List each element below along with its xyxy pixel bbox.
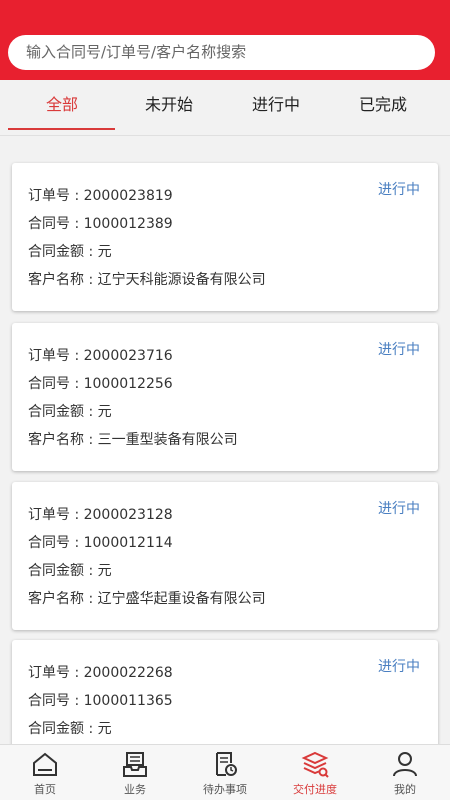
delivery-progress-icon bbox=[301, 751, 329, 778]
todo-icon bbox=[216, 752, 237, 776]
order-card[interactable]: 订单号 : 2000023128 合同号 : 1000012114 合同金额 :… bbox=[12, 482, 438, 630]
home-icon bbox=[33, 752, 57, 776]
tabbar-label: 首页 bbox=[34, 783, 56, 796]
profile-icon bbox=[393, 752, 417, 777]
tabbar-item-profile[interactable]: 我的 bbox=[360, 745, 450, 800]
bottom-tab-bar: 首页 业务 待办事项 交付进度 我的 bbox=[0, 744, 450, 800]
contract-number: 合同号 : 1000012256 bbox=[28, 376, 173, 392]
tabbar-label: 我的 bbox=[394, 783, 416, 796]
customer-name: 客户名称 : 三一重型装备有限公司 bbox=[28, 432, 238, 448]
active-tab-indicator bbox=[8, 128, 115, 130]
order-card[interactable]: 订单号 : 2000022268 合同号 : 1000011365 合同金额 :… bbox=[12, 640, 438, 744]
status-badge: 进行中 bbox=[378, 659, 420, 675]
tabbar-item-delivery-progress[interactable]: 交付进度 bbox=[270, 745, 360, 800]
tab-not-started[interactable]: 未开始 bbox=[113, 80, 225, 135]
order-number: 订单号 : 2000023128 bbox=[28, 507, 173, 523]
tab-all[interactable]: 全部 bbox=[6, 80, 118, 135]
status-badge: 进行中 bbox=[378, 342, 420, 358]
tabbar-label: 交付进度 bbox=[293, 783, 337, 796]
contract-number: 合同号 : 1000012114 bbox=[28, 535, 173, 551]
customer-name: 客户名称 : 辽宁天科能源设备有限公司 bbox=[28, 272, 266, 288]
tabbar-item-business[interactable]: 业务 bbox=[90, 745, 180, 800]
tab-in-progress[interactable]: 进行中 bbox=[220, 80, 332, 135]
order-number: 订单号 : 2000022268 bbox=[28, 665, 173, 681]
tabbar-item-todo[interactable]: 待办事项 bbox=[180, 745, 270, 800]
status-tabs: 全部 未开始 进行中 已完成 bbox=[0, 80, 450, 135]
contract-number: 合同号 : 1000012389 bbox=[28, 216, 173, 232]
search-input[interactable]: 输入合同号/订单号/客户名称搜索 bbox=[8, 35, 435, 70]
tabbar-label: 业务 bbox=[124, 783, 146, 796]
contract-amount: 合同金额 : 元 bbox=[28, 404, 112, 420]
app-header: 输入合同号/订单号/客户名称搜索 bbox=[0, 0, 450, 80]
order-number: 订单号 : 2000023716 bbox=[28, 348, 173, 364]
business-icon bbox=[123, 752, 147, 777]
order-number: 订单号 : 2000023819 bbox=[28, 188, 173, 204]
order-card[interactable]: 订单号 : 2000023819 合同号 : 1000012389 合同金额 :… bbox=[12, 163, 438, 311]
tabbar-item-home[interactable]: 首页 bbox=[0, 745, 90, 800]
customer-name: 客户名称 : 辽宁盛华起重设备有限公司 bbox=[28, 591, 266, 607]
order-card[interactable]: 订单号 : 2000023716 合同号 : 1000012256 合同金额 :… bbox=[12, 323, 438, 471]
tab-completed[interactable]: 已完成 bbox=[327, 80, 439, 135]
contract-number: 合同号 : 1000011365 bbox=[28, 693, 173, 709]
status-badge: 进行中 bbox=[378, 182, 420, 198]
order-list: 订单号 : 2000023819 合同号 : 1000012389 合同金额 :… bbox=[0, 136, 450, 744]
tabbar-label: 待办事项 bbox=[203, 783, 247, 796]
contract-amount: 合同金额 : 元 bbox=[28, 244, 112, 260]
contract-amount: 合同金额 : 元 bbox=[28, 721, 112, 737]
status-badge: 进行中 bbox=[378, 501, 420, 517]
contract-amount: 合同金额 : 元 bbox=[28, 563, 112, 579]
